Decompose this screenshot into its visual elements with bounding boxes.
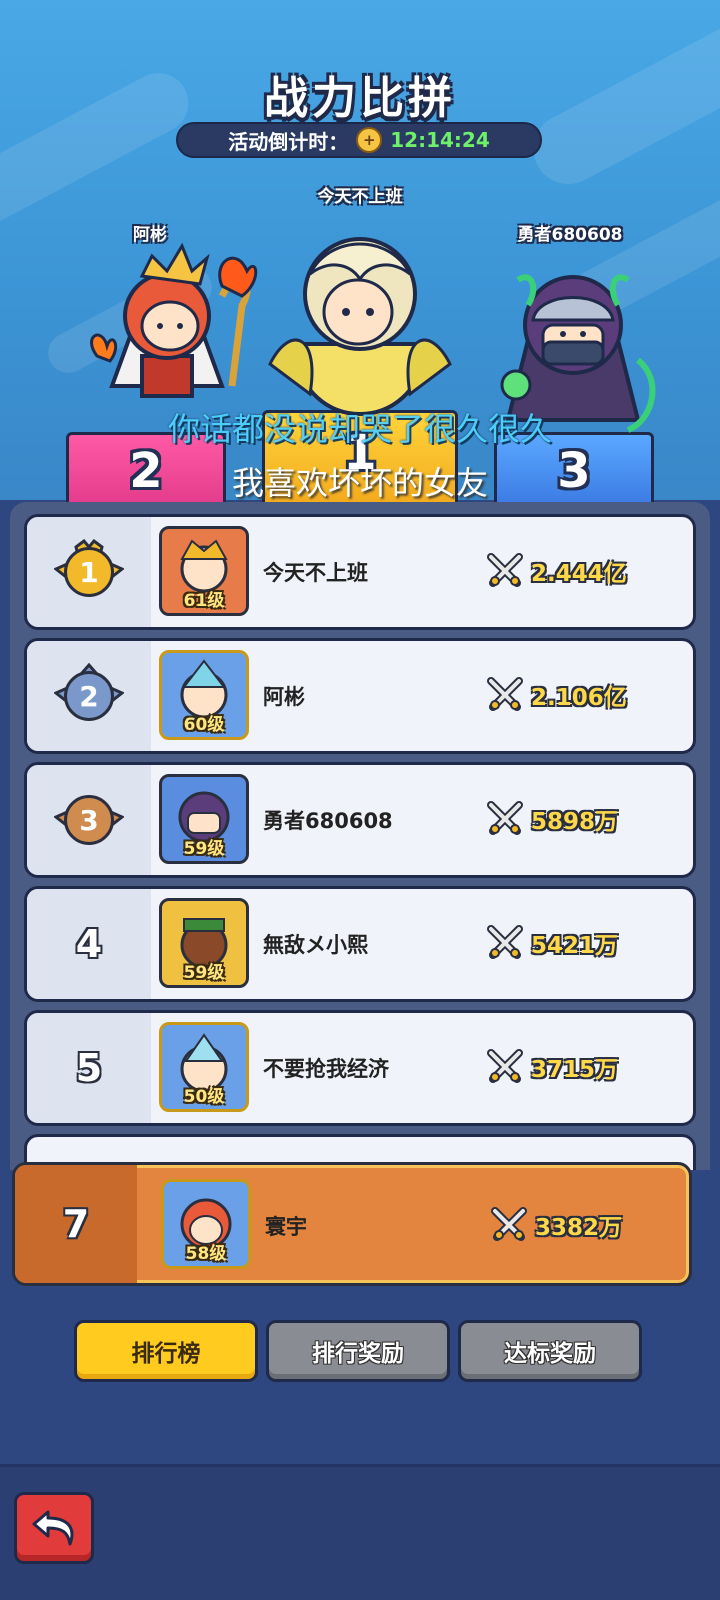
avatar[interactable]: 61级 [159, 526, 249, 616]
clock-icon: + [356, 127, 383, 153]
tab-leaderboard[interactable]: 排行榜 [74, 1320, 258, 1382]
player-name: 不要抢我经济 [263, 1057, 389, 1081]
leaderboard-row[interactable]: 2 60级 阿彬 2.106亿 [24, 638, 696, 754]
player-name: 無敌メ小熙 [263, 933, 368, 957]
my-avatar[interactable]: 58级 [161, 1179, 251, 1269]
page-title: 战力比拼 [264, 73, 456, 124]
my-player-name: 寰宇 [265, 1215, 307, 1239]
gold-medal-icon: 1 [54, 539, 124, 605]
hero-1-figure[interactable] [250, 224, 470, 424]
power-value: 2.444亿 [531, 561, 627, 587]
tab-rank-rewards[interactable]: 排行奖励 [266, 1320, 450, 1382]
bronze-medal-icon: 3 [54, 787, 124, 853]
crossed-swords-icon [487, 677, 523, 711]
footer-bar [0, 1464, 720, 1600]
leaderboard-row[interactable]: 5 50级 不要抢我经济 3715万 [24, 1010, 696, 1126]
countdown-bar: 活动倒计时： + 12:14:24 [176, 122, 542, 158]
power-display: 5898万 [487, 801, 618, 837]
subtitle-line-2: 我喜欢坏坏的女友 [231, 464, 488, 502]
my-rank-row[interactable]: 7 58级 寰宇 3382万 [12, 1162, 692, 1286]
avatar[interactable]: 60级 [159, 650, 249, 740]
crossed-swords-icon [487, 1049, 523, 1083]
leaderboard-row[interactable]: 4 59级 無敌メ小熙 5421万 [24, 886, 696, 1002]
avatar-level: 61级 [183, 591, 225, 611]
avatar[interactable]: 59级 [159, 774, 249, 864]
back-button[interactable] [14, 1492, 94, 1564]
avatar-level: 59级 [183, 839, 225, 859]
countdown-label: 活动倒计时： [228, 129, 349, 154]
crossed-swords-icon [487, 925, 523, 959]
my-power-display: 3382万 [491, 1207, 622, 1243]
player-name: 阿彬 [263, 685, 305, 709]
silver-medal-icon: 2 [54, 663, 124, 729]
rank-number: 4 [75, 922, 103, 966]
player-name: 今天不上班 [263, 561, 368, 585]
crossed-swords-icon [487, 553, 523, 587]
avatar-level: 50级 [183, 1087, 225, 1107]
crossed-swords-icon [491, 1207, 527, 1241]
avatar-level: 60级 [183, 715, 225, 735]
avatar-level: 58级 [185, 1244, 227, 1264]
leaderboard-list[interactable]: 1 61级 今天不上班 2.444亿 2 60级 阿彬 2.106亿 3 59级… [10, 502, 710, 1170]
power-display: 5421万 [487, 925, 618, 961]
hero-2-figure[interactable] [72, 236, 262, 426]
power-value: 5421万 [531, 933, 619, 959]
avatar-level: 59级 [183, 963, 225, 983]
power-display: 3715万 [487, 1049, 618, 1085]
tab-target-rewards[interactable]: 达标奖励 [458, 1320, 642, 1382]
podium-1-name: 今天不上班 [317, 187, 403, 207]
power-display: 2.106亿 [487, 677, 627, 713]
power-value: 2.106亿 [531, 685, 627, 711]
subtitle-line-1: 你话都没说却哭了很久很久 [167, 410, 552, 448]
countdown-time: 12:14:24 [390, 128, 490, 152]
leaderboard-row[interactable]: 3 59级 勇者680608 5898万 [24, 762, 696, 878]
power-value: 5898万 [531, 809, 619, 835]
power-value: 3715万 [531, 1057, 619, 1083]
crossed-swords-icon [487, 801, 523, 835]
my-rank-number: 7 [62, 1202, 90, 1246]
my-power-value: 3382万 [535, 1215, 623, 1241]
power-display: 2.444亿 [487, 553, 627, 589]
avatar[interactable]: 50级 [159, 1022, 249, 1112]
avatar[interactable]: 59级 [159, 898, 249, 988]
player-name: 勇者680608 [263, 809, 393, 833]
rank-number: 5 [75, 1046, 103, 1090]
podium-3-name: 勇者680608 [517, 225, 623, 245]
leaderboard-row[interactable]: 1 61级 今天不上班 2.444亿 [24, 514, 696, 630]
back-arrow-icon [32, 1510, 74, 1546]
